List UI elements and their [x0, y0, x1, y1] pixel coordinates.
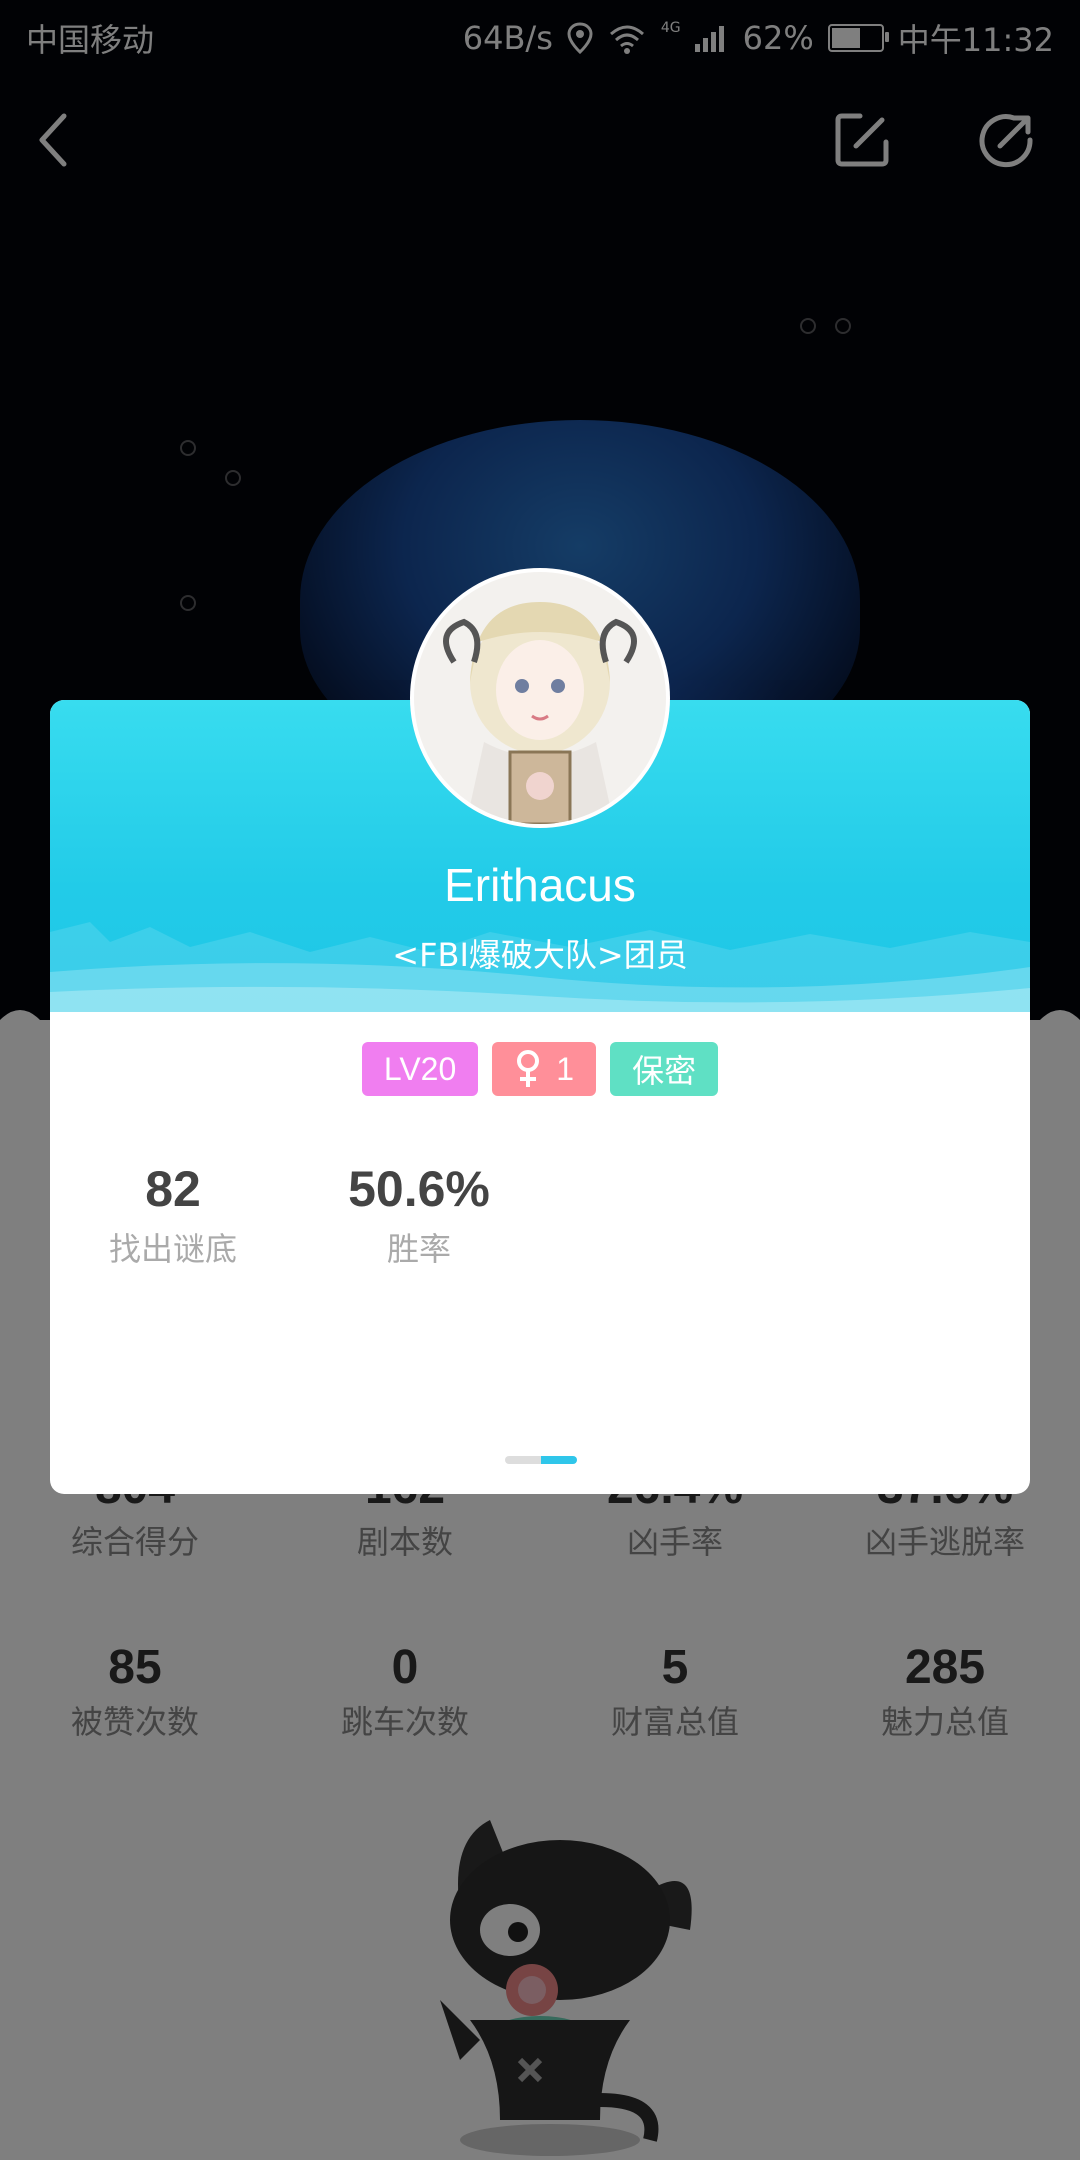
secret-label: 保密	[632, 1053, 697, 1089]
age-secret-badge: 保密	[610, 1042, 719, 1096]
avatar-illustration	[414, 572, 666, 824]
stat-label: 找出谜底	[108, 1230, 237, 1268]
profile-screen: 中国移动 64B/s 4G 62% 中午11:32	[0, 0, 1080, 2160]
stat-value: 82	[145, 1161, 201, 1217]
username: Erithacus	[444, 859, 636, 911]
level-label: LV20	[383, 1050, 457, 1087]
gender-count: 1	[556, 1050, 575, 1087]
badge-row: LV20 1 保密	[50, 1042, 1030, 1096]
gender-badge: 1	[492, 1042, 597, 1096]
stat-solved: 82 找出谜底	[50, 1160, 296, 1270]
level-badge: LV20	[361, 1042, 479, 1096]
stat-win-rate: 50.6% 胜率	[296, 1160, 542, 1270]
stat-label: 胜率	[386, 1230, 451, 1268]
card-stats: 82 找出谜底 50.6% 胜率	[50, 1160, 542, 1270]
stat-value: 50.6%	[348, 1161, 490, 1217]
page-indicator	[505, 1456, 577, 1464]
page-dot-2-active[interactable]	[541, 1456, 577, 1464]
page-dot-1[interactable]	[505, 1456, 541, 1464]
group-membership: <FBI爆破大队>团员	[392, 936, 688, 974]
user-avatar	[414, 572, 666, 824]
female-icon	[517, 1050, 540, 1087]
